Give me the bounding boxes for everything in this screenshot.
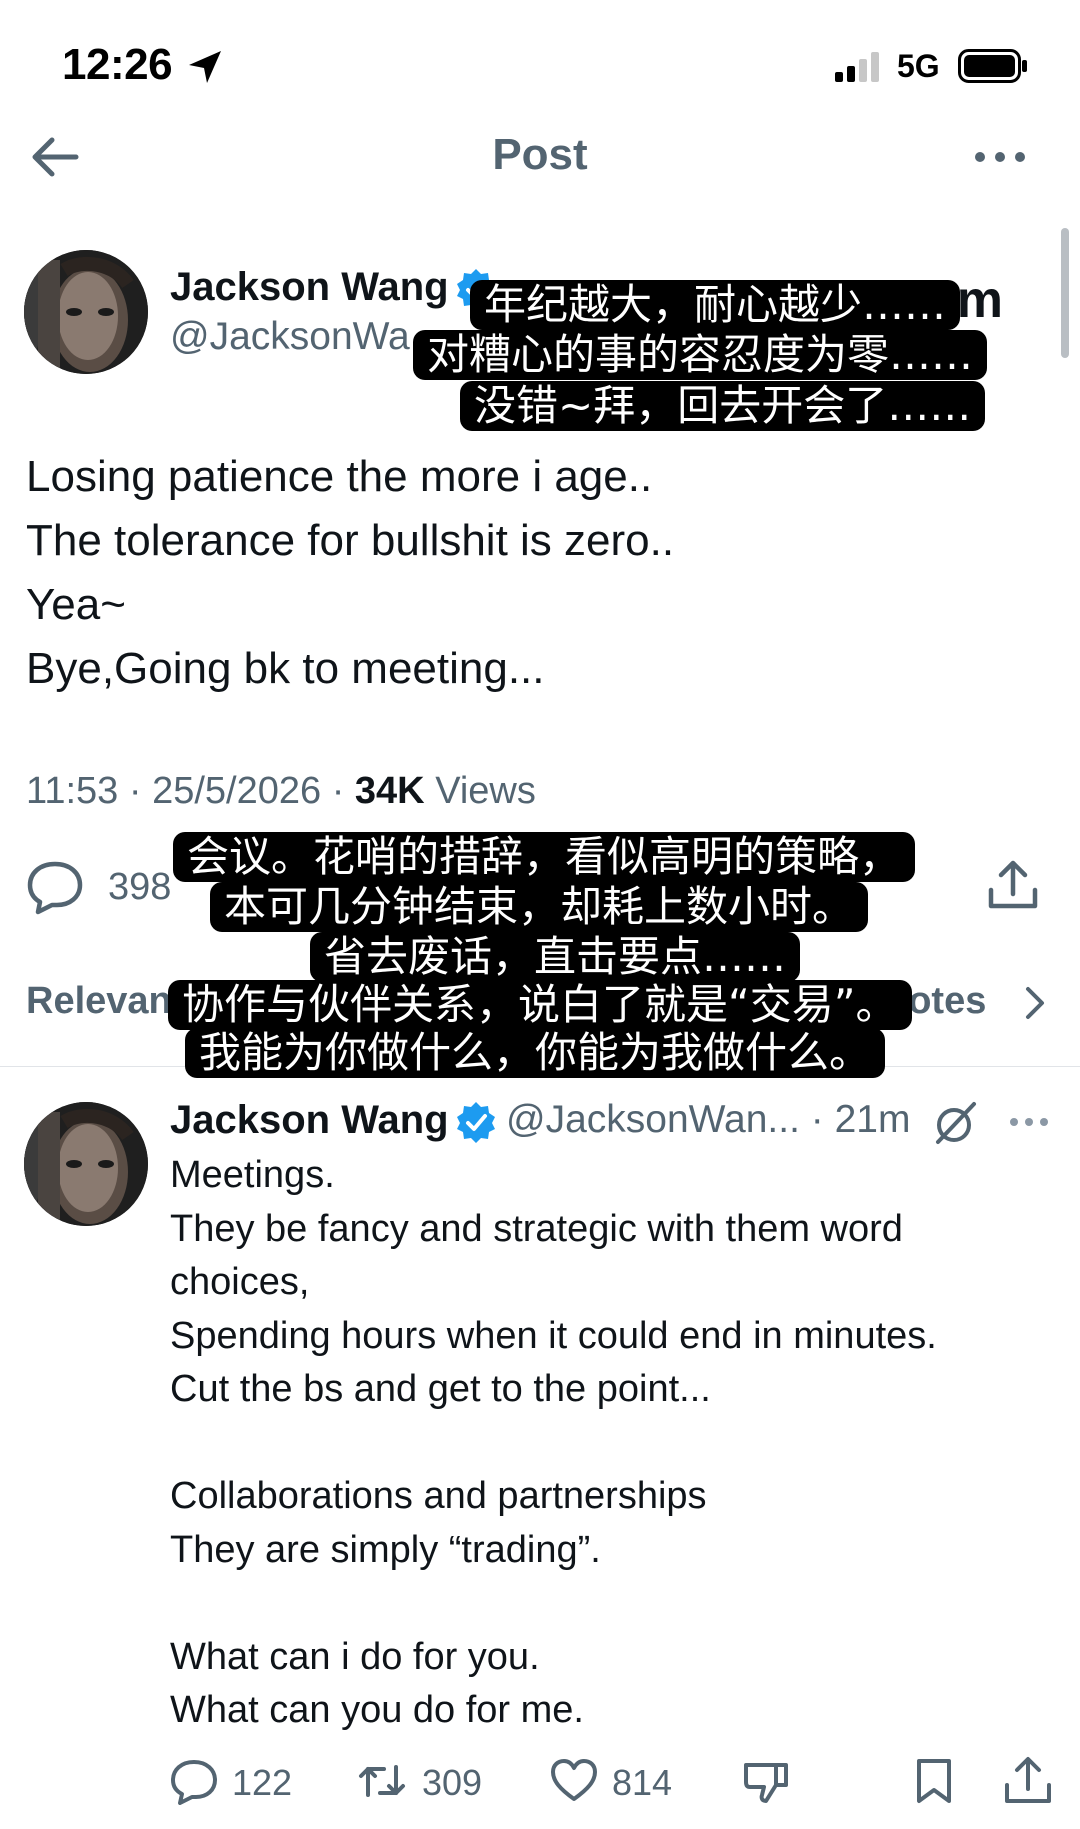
- like-heart-icon[interactable]: [550, 1757, 598, 1805]
- more-options-icon[interactable]: [970, 140, 1030, 174]
- meta-separator: ·: [128, 770, 153, 812]
- meta-separator: ·: [331, 770, 355, 812]
- share-icon[interactable]: [985, 858, 1041, 914]
- subtitle-line: 会议。花哨的措辞，看似高明的策略，: [173, 832, 916, 882]
- status-time: 12:26: [62, 40, 173, 89]
- page-title: Post: [492, 130, 588, 179]
- views-count: 34K: [354, 770, 425, 812]
- author-handle[interactable]: @JacksonWa: [170, 315, 410, 359]
- subtitle-line: 我能为你做什么，你能为我做什么。: [185, 1028, 886, 1078]
- repost-icon[interactable]: [358, 1757, 406, 1805]
- post-text: Losing patience the more i age.. The tol…: [26, 445, 674, 701]
- subtitle-line: 对糟心的事的容忍度为零……: [413, 330, 988, 380]
- reply-count: 122: [232, 1762, 293, 1803]
- views-label: Views: [435, 770, 536, 812]
- chevron-right-icon[interactable]: [1018, 983, 1052, 1023]
- share-icon[interactable]: [1002, 1755, 1054, 1807]
- post-line: Yea~: [26, 580, 126, 629]
- replies-sort-button[interactable]: Relevan: [26, 980, 172, 1023]
- author-name[interactable]: Jackson Wang: [170, 265, 449, 310]
- subtitle-line: 没错~拜，回去开会了……: [460, 381, 986, 431]
- scrollbar-thumb[interactable]: [1061, 228, 1069, 358]
- location-arrow-icon: [189, 51, 221, 83]
- subtitle-line: 省去废话，直击要点……: [310, 932, 801, 982]
- repost-count: 309: [422, 1762, 483, 1803]
- reply-more-options-icon[interactable]: [1008, 1110, 1050, 1134]
- reply-icon[interactable]: [170, 1757, 218, 1805]
- downvote-icon[interactable]: [742, 1757, 790, 1805]
- subtitle-line: 年纪越大，耐心越少……: [470, 280, 961, 330]
- network-type: 5G: [897, 48, 940, 84]
- bookmark-icon[interactable]: [910, 1757, 958, 1805]
- like-count: 814: [612, 1762, 673, 1803]
- battery-icon: [958, 49, 1027, 83]
- reply-text: Meetings. They be fancy and strategic wi…: [170, 1154, 937, 1731]
- signal-bars-icon: [835, 52, 879, 82]
- reply-author-name[interactable]: Jackson Wang: [170, 1098, 449, 1143]
- author-avatar[interactable]: [24, 250, 148, 374]
- grok-icon[interactable]: [930, 1098, 980, 1148]
- post-metadata: 11:53 · 25/5/2026 · 34K Views: [26, 770, 536, 813]
- reply-icon[interactable]: [26, 858, 84, 916]
- subtitle-line: 本可几分钟结束，却耗上数小时。: [210, 882, 869, 932]
- subtitle-line: 协作与伙伴关系，说白了就是“交易”。: [168, 980, 912, 1030]
- reply-handle-time[interactable]: @JacksonWan... · 21m: [506, 1098, 910, 1142]
- reply-author-avatar[interactable]: [24, 1102, 148, 1226]
- avatar-image: [24, 1102, 148, 1226]
- post-line: Bye,Going bk to meeting...: [26, 644, 545, 693]
- post-time[interactable]: 11:53: [26, 770, 118, 812]
- avatar-image: [24, 250, 148, 374]
- post-line: The tolerance for bullshit is zero..: [26, 516, 675, 565]
- post-line: Losing patience the more i age..: [26, 452, 653, 501]
- reply-count: 398: [108, 866, 172, 908]
- verified-badge-icon: [457, 1102, 495, 1143]
- post-date[interactable]: 25/5/2026: [152, 770, 321, 812]
